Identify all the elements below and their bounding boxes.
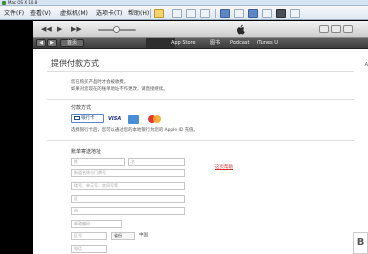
menu-help[interactable]: 帮助(H) xyxy=(128,10,149,17)
forward-icon[interactable]: ▶▶ xyxy=(71,25,82,33)
bank-card-option[interactable]: 银行卡 xyxy=(71,114,104,123)
grid-view-icon[interactable] xyxy=(331,25,341,33)
console-view-icon[interactable] xyxy=(276,9,286,18)
payment-page: 提供付款方式 A 您在购买产品时才会被收费。 如果对您现在的账单地址不作更改，请… xyxy=(33,49,368,254)
visa-option[interactable]: VISA xyxy=(108,115,125,124)
power-icon[interactable] xyxy=(154,9,164,18)
toolbar-separator xyxy=(150,9,151,18)
bank-icon xyxy=(74,116,80,120)
vm-app-icon xyxy=(2,1,6,5)
first-name-field[interactable]: 名 xyxy=(128,158,185,166)
watermark: B xyxy=(353,232,368,254)
library-icon[interactable] xyxy=(220,9,230,18)
menu-file[interactable]: 文件(F) xyxy=(4,10,24,17)
billing-note-2: 如果对您现在的账单地址不作更改，请直接继续。 xyxy=(71,87,168,92)
volume-knob[interactable] xyxy=(113,26,120,33)
snapshot-icon[interactable] xyxy=(172,9,182,18)
address-line1-field[interactable]: 街道名称与门牌号 xyxy=(71,169,185,177)
country-label: 中国 xyxy=(139,233,148,238)
menu-vm[interactable]: 虚拟机(M) xyxy=(60,10,88,17)
city-field[interactable]: 市 xyxy=(71,207,185,215)
area-code-field[interactable]: 区号 xyxy=(71,232,107,240)
payment-note: 选择银行卡后，您可以通过您的本地银行为您的 Apple ID 充值。 xyxy=(71,128,198,133)
nav-app-store[interactable]: App Store xyxy=(171,40,196,47)
address-line2-field[interactable]: 楼号、单元号、房间号等 xyxy=(71,182,185,190)
fullscreen-icon[interactable] xyxy=(248,9,258,18)
stretch-icon[interactable] xyxy=(290,9,300,18)
manage-snapshot-icon[interactable] xyxy=(200,9,210,18)
home-button[interactable]: 首页 xyxy=(60,39,84,47)
mastercard-icon xyxy=(153,115,161,123)
revert-icon[interactable] xyxy=(186,9,196,18)
province-select[interactable]: 省份 xyxy=(111,232,135,240)
last-name-field[interactable]: 姓 xyxy=(71,158,125,166)
district-field[interactable]: 区 xyxy=(71,195,185,203)
payment-section-label: 付款方式 xyxy=(71,105,92,111)
billing-note-1: 您在购买产品时才会被收费。 xyxy=(71,80,129,85)
billing-section-label: 账单寄送地址 xyxy=(71,149,102,155)
coverflow-view-icon[interactable] xyxy=(343,25,353,33)
unity-icon[interactable] xyxy=(262,9,272,18)
divider xyxy=(47,140,354,141)
page-title: 提供付款方式 xyxy=(51,59,99,68)
list-view-icon[interactable] xyxy=(319,25,329,33)
menu-tabs[interactable]: 选项卡(T) xyxy=(96,10,122,17)
thumbnail-icon[interactable] xyxy=(234,9,244,18)
phone-field[interactable]: 电话 xyxy=(71,245,107,253)
itunes-toolbar: ◀◀ ▶ ▶▶ xyxy=(33,21,368,38)
menu-view[interactable]: 查看(V) xyxy=(30,10,51,17)
mastercard-option[interactable] xyxy=(147,115,161,124)
divider xyxy=(47,71,354,72)
divider xyxy=(47,99,354,100)
help-link[interactable]: 这页帮助 xyxy=(215,164,233,170)
amex-option[interactable] xyxy=(128,115,139,124)
store-nav-bar: ◀ ▶ 首页 App Store 图书 Podcast iTunes U xyxy=(33,38,368,49)
postal-code-field[interactable]: 邮政编码 xyxy=(71,220,122,228)
forward-button[interactable]: ▶ xyxy=(47,39,57,47)
nav-itunes-u[interactable]: iTunes U xyxy=(257,40,278,47)
nav-books[interactable]: 图书 xyxy=(210,40,220,47)
back-button[interactable]: ◀ xyxy=(36,39,46,47)
toolbar-separator xyxy=(215,9,216,18)
vm-menu-bar: 文件(F) 查看(V) 虚拟机(M) 选项卡(T) 帮助(H) xyxy=(0,6,368,20)
rewind-icon[interactable]: ◀◀ xyxy=(41,25,52,33)
bank-card-label: 银行卡 xyxy=(81,116,95,121)
nav-podcast[interactable]: Podcast xyxy=(230,40,249,47)
edge-label: A xyxy=(364,62,368,68)
play-icon[interactable]: ▶ xyxy=(57,25,62,33)
apple-logo-icon xyxy=(237,24,245,35)
